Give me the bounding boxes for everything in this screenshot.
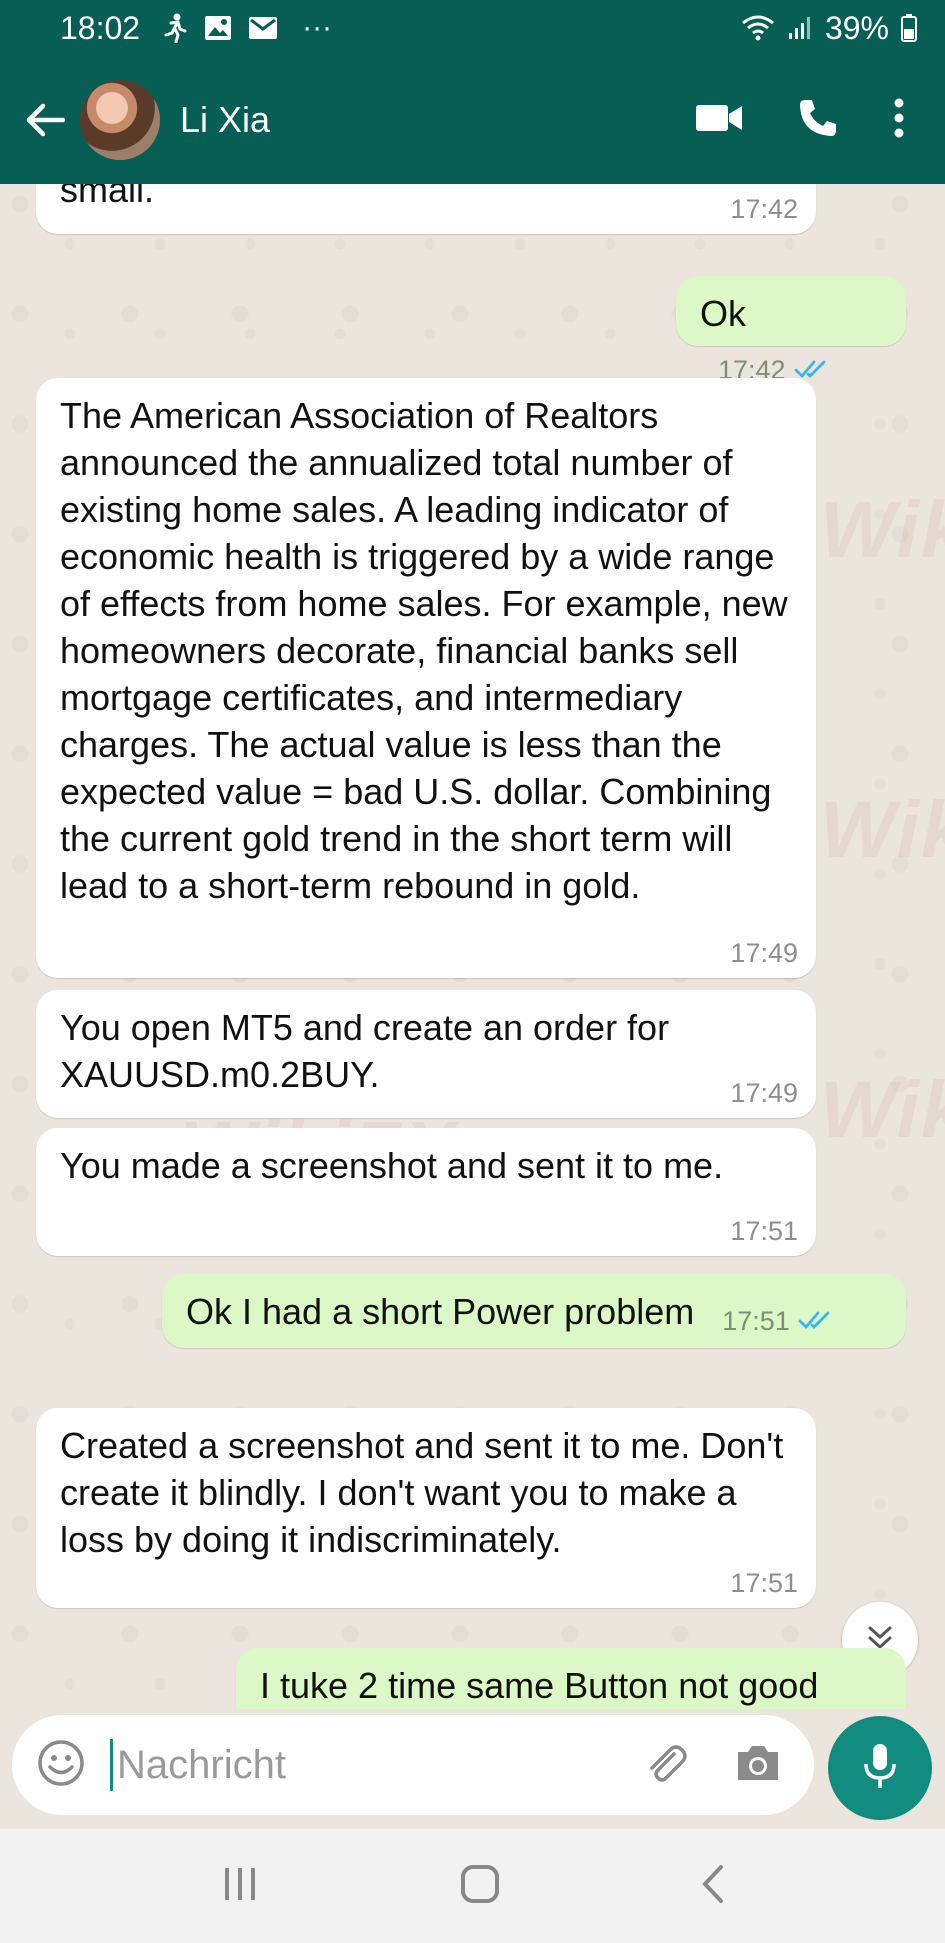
message-time: 17:49 [730,1078,798,1108]
message-outgoing[interactable]: I tuke 2 time same Button not good [236,1648,906,1709]
message-text: The American Association of Realtors ann… [60,395,788,906]
signal-icon [787,15,813,41]
chat-header: Li Xia [0,56,945,184]
message-outgoing[interactable]: Ok 17:42 [676,276,906,385]
message-text: Created a screenshot and sent it to me. … [60,1425,784,1560]
contact-name[interactable]: Li Xia [180,99,270,141]
message-incoming[interactable]: You open MT5 and create an order for XAU… [36,990,816,1118]
message-text: Ok [700,293,747,334]
status-bar: 18:02 ··· 39% [0,0,945,56]
battery-percent: 39% [824,9,889,46]
double-check-icon [798,1298,832,1345]
message-incoming[interactable]: Created a screenshot and sent it to me. … [36,1408,816,1608]
message-text: You made a screenshot and sent it to me. [60,1145,724,1186]
message-list[interactable]: WikiFX WikiFX WikiFX WikiFX WikiFX WikiF… [0,184,945,1709]
mic-button[interactable] [828,1716,932,1820]
home-icon[interactable] [460,1864,500,1909]
emoji-icon[interactable] [36,1738,86,1793]
walking-icon [162,13,188,43]
message-text: You open MT5 and create an order for XAU… [60,1007,670,1095]
message-input[interactable]: Nachricht [12,1715,814,1815]
back-arrow-icon[interactable] [20,95,70,145]
message-text: small. [60,184,155,210]
message-time: 17:51 [722,1306,790,1336]
message-text: Ok I had a short Power problem [186,1291,695,1332]
message-incoming[interactable]: You made a screenshot and sent it to me.… [36,1128,816,1256]
message-incoming[interactable]: The American Association of Realtors ann… [36,378,816,978]
image-icon [204,15,232,41]
attach-icon[interactable] [640,1738,690,1793]
video-call-icon[interactable] [695,102,743,139]
message-time: 17:49 [730,938,798,968]
message-input-placeholder[interactable]: Nachricht [110,1739,640,1791]
mail-icon [248,16,278,40]
message-incoming[interactable]: small. 17:42 [36,184,816,234]
watermark: WikiFX [820,485,945,574]
message-time: 17:42 [730,194,798,224]
message-outgoing[interactable]: Ok I had a short Power problem 17:51 [162,1274,906,1348]
mic-icon [862,1742,898,1795]
phone-icon[interactable] [797,97,839,144]
system-nav-bar [0,1829,945,1943]
wifi-icon [741,14,775,42]
message-time: 17:51 [730,1216,798,1246]
composer-bar: Nachricht [0,1709,945,1829]
more-notifications: ··· [302,11,333,44]
message-time: 17:51 [730,1568,798,1598]
message-text: I tuke 2 time same Button not good [260,1665,819,1706]
recents-icon[interactable] [220,1866,260,1907]
battery-icon [901,14,917,42]
camera-icon[interactable] [734,1742,782,1789]
back-icon[interactable] [701,1864,725,1909]
status-time: 18:02 [60,9,141,46]
watermark: WikiFX [820,1065,945,1154]
more-vert-icon[interactable] [893,98,905,143]
watermark: WikiFX [820,785,945,874]
avatar[interactable] [80,80,160,160]
